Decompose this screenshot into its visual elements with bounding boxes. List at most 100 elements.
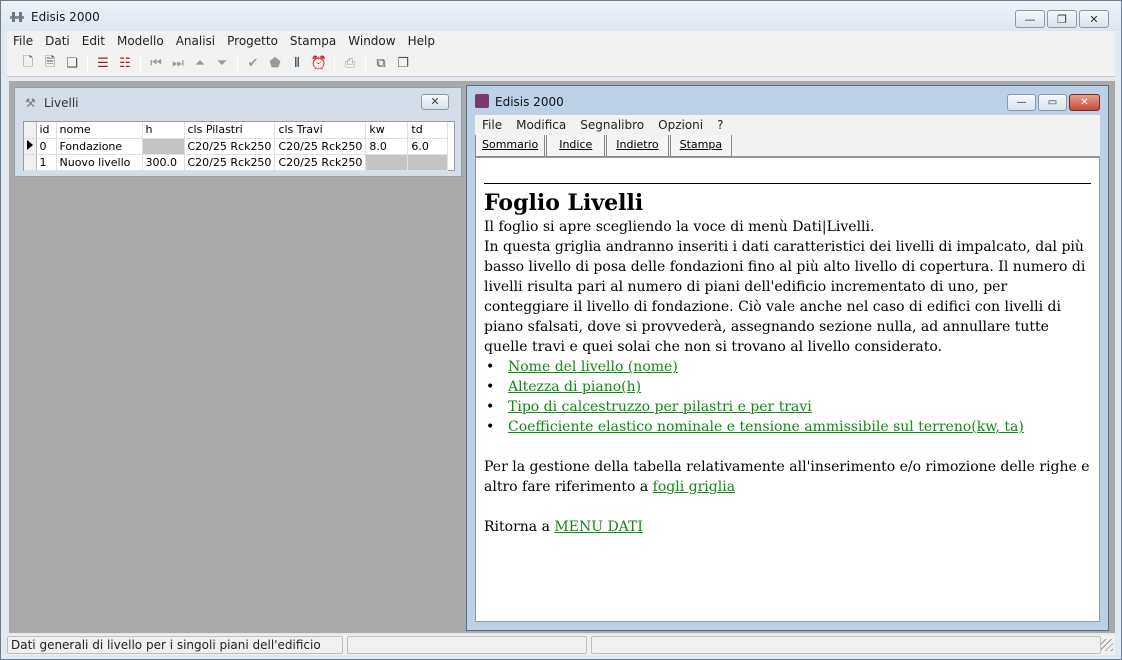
bottom-icon[interactable]: ⏷ bbox=[211, 54, 233, 74]
menu-dati[interactable]: Dati bbox=[39, 34, 76, 48]
link-tipo-calcestruzzo[interactable]: Tipo di calcestruzzo per pilastri e per … bbox=[508, 399, 812, 415]
ritorna-text: Ritorna a MENU DATI bbox=[484, 517, 1091, 537]
menu-progetto[interactable]: Progetto bbox=[221, 34, 284, 48]
cell-cls-pilastri[interactable]: C20/25 Rck250 bbox=[184, 138, 276, 155]
divider bbox=[484, 183, 1091, 184]
resize-grip-icon[interactable] bbox=[1101, 639, 1113, 651]
menu-edit[interactable]: Edit bbox=[76, 34, 111, 48]
list-item: Coefficiente elastico nominale e tension… bbox=[484, 417, 1091, 437]
livelli-title-bar[interactable]: ⚒ Livelli ✕ bbox=[15, 88, 461, 116]
cell-id[interactable]: 1 bbox=[36, 154, 57, 171]
menu-modello[interactable]: Modello bbox=[111, 34, 170, 48]
ruler-icon[interactable]: ⦀ bbox=[286, 54, 308, 74]
grid-edit-icon[interactable]: ☷ bbox=[114, 54, 136, 74]
body-text: In questa griglia andranno inseriti i da… bbox=[484, 239, 1086, 355]
cell-kw[interactable]: 8.0 bbox=[365, 138, 409, 155]
menu-file[interactable]: File bbox=[7, 34, 39, 48]
col-header-td[interactable]: td bbox=[407, 122, 449, 139]
help-book-icon bbox=[475, 94, 489, 108]
help-maximize-button[interactable]: ▭ bbox=[1038, 94, 1067, 111]
cell-kw[interactable] bbox=[365, 154, 409, 171]
print-icon[interactable]: ⎙ bbox=[339, 54, 361, 74]
help-close-button[interactable]: ✕ bbox=[1069, 94, 1100, 111]
grid-icon[interactable]: ☰ bbox=[92, 54, 114, 74]
build-icon[interactable]: ⬟ bbox=[264, 54, 286, 74]
help-tab-indietro[interactable]: Indietro bbox=[606, 135, 669, 157]
col-header-kw[interactable]: kw bbox=[365, 122, 409, 139]
menu-window[interactable]: Window bbox=[342, 34, 401, 48]
help-menu-bar: File Modifica Segnalibro Opzioni ? bbox=[475, 115, 1100, 135]
first-icon[interactable]: ⏮ bbox=[145, 54, 167, 74]
help-button-bar: Sommario Indice Indietro Stampa bbox=[475, 135, 1100, 157]
col-header-h[interactable]: h bbox=[142, 122, 185, 139]
help-minimize-button[interactable]: — bbox=[1007, 94, 1036, 111]
help-tab-indice[interactable]: Indice bbox=[546, 135, 606, 157]
last-icon[interactable]: ⏭ bbox=[167, 54, 189, 74]
cell-cls-travi[interactable]: C20/25 Rck250 bbox=[274, 154, 367, 171]
col-header-cls-pilastri[interactable]: cls Pilastri bbox=[184, 122, 276, 139]
restore-button[interactable]: ❐ bbox=[1047, 10, 1077, 28]
menu-analisi[interactable]: Analisi bbox=[170, 34, 221, 48]
help-tab-stampa[interactable]: Stampa bbox=[669, 135, 733, 157]
cell-cls-pilastri[interactable]: C20/25 Rck250 bbox=[184, 154, 276, 171]
table-row[interactable]: 1 Nuovo livello 300.0 C20/25 Rck250 C20/… bbox=[24, 154, 449, 171]
close-button[interactable]: ✕ bbox=[1079, 10, 1109, 28]
help-menu-question[interactable]: ? bbox=[710, 118, 730, 132]
app-title: Edisis 2000 bbox=[31, 10, 100, 24]
menu-bar: File Dati Edit Modello Analisi Progetto … bbox=[7, 31, 1115, 51]
cascade-icon[interactable]: ⧉ bbox=[370, 54, 392, 74]
toolbar-separator bbox=[365, 54, 366, 73]
current-row-pointer-icon bbox=[27, 139, 33, 150]
row-indicator[interactable] bbox=[24, 138, 37, 155]
help-menu-file[interactable]: File bbox=[475, 118, 509, 132]
copy-doc-icon[interactable]: ❏ bbox=[61, 54, 83, 74]
help-menu-modifica[interactable]: Modifica bbox=[509, 118, 573, 132]
new-icon[interactable]: 🗋 bbox=[17, 54, 39, 74]
app-window: Edisis 2000 — ❐ ✕ File Dati Edit Modello… bbox=[0, 0, 1122, 660]
cell-h[interactable]: 300.0 bbox=[142, 154, 185, 171]
col-header-nome[interactable]: nome bbox=[56, 122, 143, 139]
table-row[interactable]: 0 Fondazione C20/25 Rck250 C20/25 Rck250… bbox=[24, 138, 449, 155]
status-bar: Dati generali di livello per i singoli p… bbox=[7, 635, 1115, 655]
col-header-id[interactable]: id bbox=[36, 122, 57, 139]
menu-help[interactable]: Help bbox=[402, 34, 441, 48]
clock-icon[interactable]: ⏰ bbox=[308, 54, 330, 74]
help-title-bar[interactable]: Edisis 2000 — ▭ ✕ bbox=[467, 86, 1108, 114]
title-bar: Edisis 2000 — ❐ ✕ bbox=[1, 1, 1121, 31]
col-header-cls-travi[interactable]: cls Travi bbox=[274, 122, 367, 139]
cell-id[interactable]: 0 bbox=[36, 138, 57, 155]
intro-text: Il foglio si apre scegliendo la voce di … bbox=[484, 219, 875, 235]
livelli-title: Livelli bbox=[44, 96, 79, 110]
tile-icon[interactable]: ❐ bbox=[392, 54, 414, 74]
menu-stampa[interactable]: Stampa bbox=[284, 34, 342, 48]
link-fogli-griglia[interactable]: fogli griglia bbox=[653, 479, 735, 495]
livelli-grid[interactable]: id nome h cls Pilastri cls Travi kw td 0… bbox=[23, 121, 455, 171]
row-indicator-header bbox=[24, 122, 37, 139]
help-tab-sommario[interactable]: Sommario bbox=[475, 135, 546, 157]
row-indicator[interactable] bbox=[24, 154, 37, 171]
cell-nome[interactable]: Fondazione bbox=[56, 138, 143, 155]
top-icon[interactable]: ⏶ bbox=[189, 54, 211, 74]
livelli-close-button[interactable]: ✕ bbox=[421, 94, 449, 110]
help-menu-opzioni[interactable]: Opzioni bbox=[651, 118, 710, 132]
list-item: Nome del livello (nome) bbox=[484, 357, 1091, 377]
cell-h[interactable] bbox=[142, 138, 185, 155]
cell-nome[interactable]: Nuovo livello bbox=[56, 154, 143, 171]
toolbar-separator bbox=[237, 54, 238, 73]
link-coefficiente-elastico[interactable]: Coefficiente elastico nominale e tension… bbox=[508, 419, 1024, 435]
link-nome-livello[interactable]: Nome del livello (nome) bbox=[508, 359, 678, 375]
status-text: Dati generali di livello per i singoli p… bbox=[7, 636, 343, 654]
cell-td[interactable] bbox=[407, 154, 449, 171]
livelli-window-icon: ⚒ bbox=[25, 96, 36, 110]
help-menu-segnalibro[interactable]: Segnalibro bbox=[573, 118, 651, 132]
check-icon[interactable]: ✔ bbox=[242, 54, 264, 74]
minimize-button[interactable]: — bbox=[1015, 10, 1045, 28]
cell-cls-travi[interactable]: C20/25 Rck250 bbox=[274, 138, 367, 155]
open-icon[interactable]: 🗎 bbox=[39, 54, 61, 74]
toolbar-separator bbox=[140, 54, 141, 73]
list-item: Altezza di piano(h) bbox=[484, 377, 1091, 397]
link-altezza-piano[interactable]: Altezza di piano(h) bbox=[508, 379, 641, 395]
toolbar: 🗋 🗎 ❏ ☰ ☷ ⏮ ⏭ ⏶ ⏷ ✔ ⬟ ⦀ ⏰ ⎙ ⧉ ❐ bbox=[7, 51, 1115, 77]
cell-td[interactable]: 6.0 bbox=[407, 138, 449, 155]
link-menu-dati[interactable]: MENU DATI bbox=[554, 519, 643, 535]
